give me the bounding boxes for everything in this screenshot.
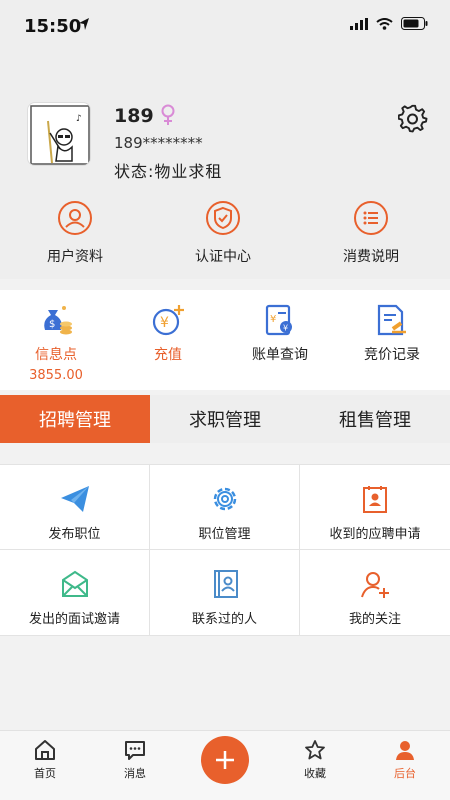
- management-tabs: 招聘管理 求职管理 租售管理: [0, 395, 450, 443]
- sent-interview-invites-button[interactable]: 发出的面试邀请: [0, 550, 150, 636]
- shield-check-icon: [206, 201, 240, 235]
- contacted-people-label: 联系过的人: [191, 612, 257, 627]
- verification-center-label: 认证中心: [195, 249, 251, 265]
- verification-center-button[interactable]: 认证中心: [163, 200, 283, 266]
- battery-icon: [401, 17, 428, 30]
- bill-query-label: 账单查询: [252, 347, 308, 363]
- svg-text:¥: ¥: [283, 324, 288, 333]
- add-button[interactable]: [201, 736, 249, 784]
- person-icon: [396, 741, 414, 760]
- contacted-people-button[interactable]: 联系过的人: [150, 550, 300, 636]
- status-icons: [350, 17, 428, 30]
- header-actions: 用户资料 认证中心 消费说明: [0, 200, 450, 270]
- user-profile-button[interactable]: 用户资料: [15, 200, 135, 266]
- tab-backend[interactable]: 后台: [370, 739, 440, 781]
- auction-doc-icon: [377, 304, 406, 336]
- money-bag-icon: $: [44, 306, 72, 335]
- user-phone: 189********: [114, 134, 203, 152]
- job-management-label: 职位管理: [198, 527, 251, 542]
- bid-record-button[interactable]: 竞价记录: [337, 302, 447, 364]
- post-job-button[interactable]: 发布职位: [0, 464, 150, 550]
- profile-header: ♪ 189 189******** 状态:物业求租 用户资料 认证中心 消费说明: [0, 54, 450, 279]
- user-add-icon: [361, 572, 389, 598]
- user-status: 状态:物业求租: [114, 162, 223, 181]
- status-bar: 15:50: [0, 0, 450, 54]
- recharge-label: 充值: [154, 347, 182, 363]
- recruitment-grid: 发布职位 职位管理 收到的应聘申请 发出的面试邀请 联系过的人 我的关注: [0, 464, 450, 636]
- bid-record-label: 竞价记录: [364, 347, 420, 363]
- resume-icon: [363, 486, 387, 513]
- fee-description-button[interactable]: 消费说明: [311, 200, 431, 266]
- my-follows-label: 我的关注: [348, 612, 401, 627]
- info-points-label: 信息点: [35, 347, 77, 363]
- info-points-button[interactable]: $ 信息点 3855.00: [1, 302, 111, 383]
- list-doc-icon: [354, 201, 388, 235]
- svg-text:¥: ¥: [270, 314, 276, 325]
- received-applications-button[interactable]: 收到的应聘申请: [300, 464, 450, 550]
- star-icon: [305, 740, 325, 760]
- svg-text:$: $: [49, 319, 55, 330]
- tab-job-search[interactable]: 求职管理: [150, 395, 300, 443]
- tab-favorites-label: 收藏: [304, 767, 326, 780]
- wallet-row: $ 信息点 3855.00 ¥ 充值 ¥ ¥ 账单查询 竞价记录: [0, 290, 450, 390]
- envelope-icon: [61, 570, 88, 597]
- user-profile-label: 用户资料: [47, 249, 103, 265]
- status-time: 15:50: [24, 16, 82, 37]
- user-name: 189: [114, 105, 154, 127]
- info-points-value: 3855.00: [29, 368, 83, 383]
- received-applications-label: 收到的应聘申请: [329, 527, 421, 542]
- tab-home-label: 首页: [34, 767, 56, 780]
- bill-icon: ¥ ¥: [265, 304, 292, 336]
- tab-rent-sale[interactable]: 租售管理: [300, 395, 450, 443]
- sent-interview-invites-label: 发出的面试邀请: [28, 612, 120, 627]
- avatar[interactable]: ♪: [27, 102, 91, 166]
- user-profile-icon: [58, 201, 92, 235]
- plus-icon: [216, 751, 234, 769]
- fee-description-label: 消费说明: [343, 249, 399, 265]
- gear-icon: [213, 487, 236, 511]
- location-arrow-icon: [79, 18, 89, 30]
- recharge-button[interactable]: ¥ 充值: [113, 302, 223, 364]
- settings-gear-icon[interactable]: [398, 104, 428, 134]
- tab-favorites[interactable]: 收藏: [280, 739, 350, 781]
- paper-plane-icon: [60, 486, 89, 512]
- tab-recruitment[interactable]: 招聘管理: [0, 395, 150, 443]
- tab-home[interactable]: 首页: [10, 739, 80, 781]
- tab-messages-label: 消息: [124, 767, 146, 780]
- post-job-label: 发布职位: [48, 527, 101, 542]
- message-icon: [125, 741, 145, 760]
- tab-messages[interactable]: 消息: [100, 739, 170, 781]
- female-gender-icon: [161, 104, 175, 125]
- svg-text:♪: ♪: [76, 114, 82, 124]
- bill-query-button[interactable]: ¥ ¥ 账单查询: [225, 302, 335, 364]
- home-icon: [35, 740, 55, 760]
- job-management-button[interactable]: 职位管理: [150, 464, 300, 550]
- yuan-plus-icon: ¥: [152, 305, 184, 336]
- tab-backend-label: 后台: [394, 767, 416, 780]
- signal-icon: [350, 17, 368, 30]
- cartoon-avatar-icon: ♪: [30, 105, 90, 165]
- svg-text:¥: ¥: [160, 315, 169, 331]
- my-follows-button[interactable]: 我的关注: [300, 550, 450, 636]
- wifi-icon: [376, 17, 393, 30]
- contact-book-icon: [213, 570, 238, 598]
